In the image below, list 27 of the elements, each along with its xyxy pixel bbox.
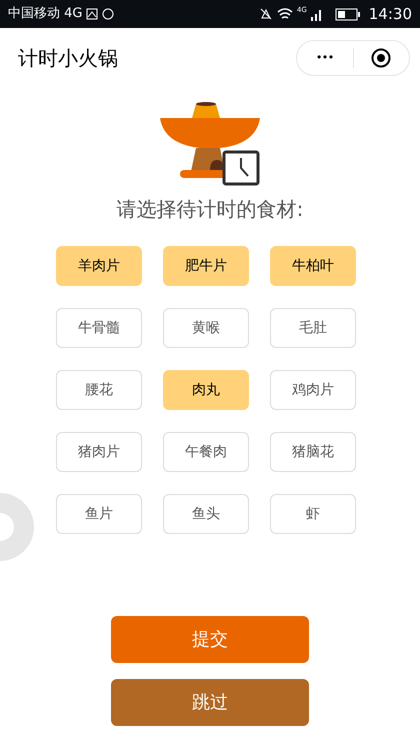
food-option[interactable]: 鱼片 xyxy=(56,494,142,534)
food-option[interactable]: 牛骨髓 xyxy=(56,308,142,348)
food-option[interactable]: 黄喉 xyxy=(163,308,249,348)
more-button[interactable]: ••• xyxy=(297,50,352,66)
food-option[interactable]: 羊肉片 xyxy=(56,246,142,286)
food-option[interactable]: 肉丸 xyxy=(163,370,249,410)
food-option[interactable]: 猪脑花 xyxy=(270,432,356,472)
food-option[interactable]: 牛柏叶 xyxy=(270,246,356,286)
food-option[interactable]: 虾 xyxy=(270,494,356,534)
clock-time: 14:30 xyxy=(368,4,412,25)
food-option[interactable]: 肥牛片 xyxy=(163,246,249,286)
prompt-text: 请选择待计时的食材: xyxy=(116,196,304,223)
wifi-icon xyxy=(276,8,293,20)
food-option[interactable]: 午餐肉 xyxy=(163,432,249,472)
battery-icon xyxy=(334,8,361,20)
food-option[interactable]: 鸡肉片 xyxy=(270,370,356,410)
page-title: 计时小火锅 xyxy=(18,45,118,72)
skip-button[interactable]: 跳过 xyxy=(111,679,309,726)
food-option[interactable]: 腰花 xyxy=(56,370,142,410)
mute-icon xyxy=(258,7,273,21)
image-icon xyxy=(86,8,98,20)
food-option[interactable]: 鱼头 xyxy=(163,494,249,534)
signal-icon xyxy=(310,8,323,20)
food-option[interactable]: 毛肚 xyxy=(270,308,356,348)
target-icon xyxy=(371,48,392,68)
food-option[interactable]: 猪肉片 xyxy=(56,432,142,472)
carrier-label: 中国移动 4G xyxy=(8,5,82,24)
